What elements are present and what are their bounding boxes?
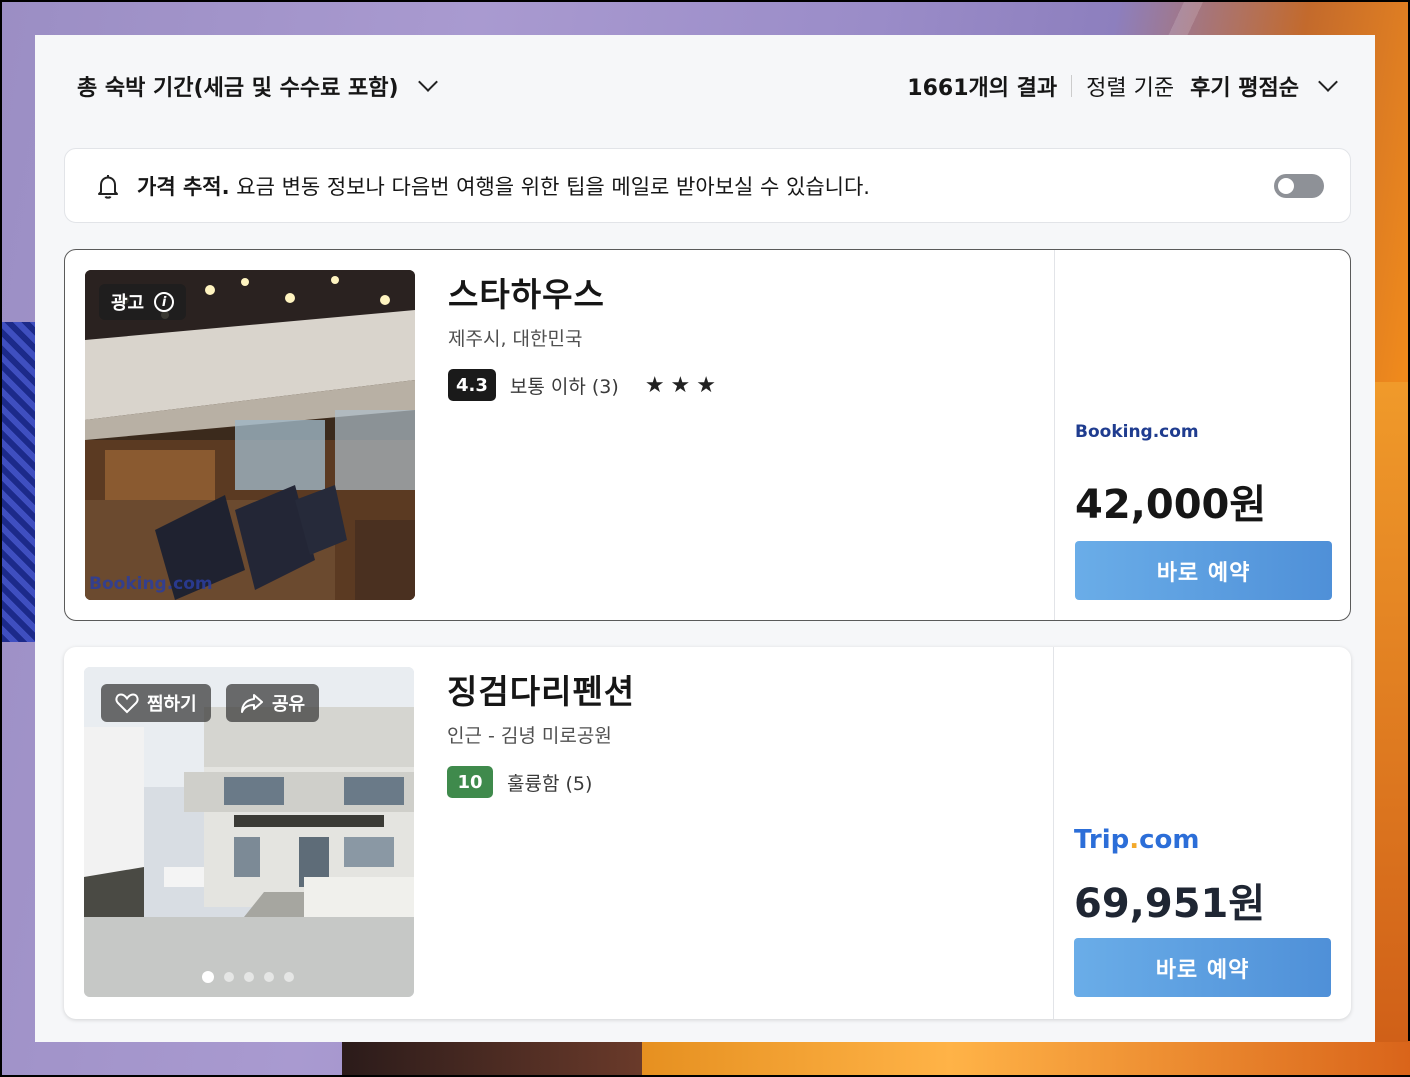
background-decoration [2, 322, 36, 642]
price-tracking-banner: 가격 추적. 요금 변동 정보나 다음번 여행을 위한 팁을 메일로 받아보실 … [64, 148, 1351, 223]
review-summary: 훌륭함 (5) [507, 772, 593, 795]
background-decoration [1374, 382, 1408, 1042]
provider-logo: Booking.com [1075, 422, 1199, 442]
rating-row: 4.3 보통 이하 (3) ★★★ [448, 369, 1038, 401]
price: 69,951원 [1074, 881, 1266, 927]
hotel-photo[interactable]: 찜하기 공유 [84, 667, 414, 997]
hotel-location: 인근 - 김녕 미로공원 [447, 725, 612, 747]
background-decoration [642, 1041, 1410, 1075]
carousel-dot[interactable] [224, 972, 234, 982]
review-score: 10 [447, 766, 493, 798]
info-icon: i [154, 292, 175, 312]
price-filter-dropdown[interactable]: 총 숙박 기간(세금 및 수수료 포함) [77, 70, 438, 102]
carousel-dot[interactable] [284, 972, 294, 982]
share-icon [241, 694, 263, 713]
carousel-dot[interactable] [264, 972, 274, 982]
review-summary: 보통 이하 (3) [509, 375, 619, 398]
bell-icon [98, 174, 118, 199]
share-label: 공유 [272, 694, 306, 715]
price-column: Booking.com 42,000원 바로 예약 [1054, 250, 1351, 620]
sort-dropdown[interactable]: 후기 평점순 [1190, 70, 1338, 102]
hotel-photo[interactable]: 광고 i Booking.com [85, 270, 415, 600]
price-tracking-description: 요금 변동 정보나 다음번 여행을 위한 팁을 메일로 받아보실 수 있습니다. [229, 174, 870, 199]
review-score: 4.3 [448, 369, 496, 401]
hotel-card[interactable]: 찜하기 공유 징검다리펜션 인근 - 김녕 미로공원 10 훌륭함 (5) Tr… [64, 647, 1351, 1019]
photo-carousel-dots[interactable] [202, 971, 304, 983]
price-tracking-title: 가격 추적. [137, 174, 230, 199]
share-button[interactable]: 공유 [226, 684, 320, 722]
results-toolbar: 총 숙박 기간(세금 및 수수료 포함) 1661개의 결과 정렬 기준 후기 … [35, 35, 1375, 137]
star-rating: ★★★ [644, 372, 722, 398]
price-tracking-toggle[interactable] [1274, 173, 1324, 198]
save-label: 찜하기 [147, 694, 197, 715]
hotel-name[interactable]: 징검다리펜션 [447, 665, 1037, 713]
booking-watermark: Booking.com [89, 574, 213, 594]
toggle-knob [1278, 177, 1294, 194]
hotel-name[interactable]: 스타하우스 [448, 268, 1038, 316]
carousel-dot[interactable] [202, 971, 214, 983]
price: 42,000원 [1075, 482, 1267, 528]
carousel-dot[interactable] [244, 972, 254, 982]
ad-badge[interactable]: 광고 i [99, 284, 187, 320]
results-count: 1661개의 결과 [907, 76, 1058, 101]
rating-row: 10 훌륭함 (5) [447, 766, 1037, 798]
provider-dot: . [1129, 825, 1140, 855]
provider-logo: Trip.com [1074, 825, 1200, 855]
hotel-details: 스타하우스 제주시, 대한민국 4.3 보통 이하 (3) ★★★ [448, 268, 1038, 401]
price-tracking-text: 가격 추적. 요금 변동 정보나 다음번 여행을 위한 팁을 메일로 받아보실 … [137, 171, 1274, 201]
chevron-down-icon [1318, 72, 1338, 92]
hotel-details: 징검다리펜션 인근 - 김녕 미로공원 10 훌륭함 (5) [447, 665, 1037, 798]
results-panel: 총 숙박 기간(세금 및 수수료 포함) 1661개의 결과 정렬 기준 후기 … [35, 35, 1375, 1042]
price-column: Trip.com 69,951원 바로 예약 [1053, 647, 1350, 1019]
price-filter-label: 총 숙박 기간(세금 및 수수료 포함) [77, 76, 399, 101]
book-now-button[interactable]: 바로 예약 [1074, 938, 1331, 997]
background-decoration [342, 1041, 642, 1075]
hotel-location: 제주시, 대한민국 [448, 328, 583, 350]
hotel-card[interactable]: 광고 i Booking.com 스타하우스 제주시, 대한민국 4.3 보통 … [64, 249, 1351, 621]
ad-label: 광고 [111, 293, 145, 314]
save-button[interactable]: 찜하기 [101, 684, 211, 722]
provider-tld: com [1139, 825, 1200, 855]
sort-value: 후기 평점순 [1190, 76, 1299, 101]
sort-label: 정렬 기준 [1086, 76, 1175, 101]
book-now-button[interactable]: 바로 예약 [1075, 541, 1332, 600]
divider [1071, 75, 1073, 97]
heart-icon [115, 693, 139, 714]
chevron-down-icon [417, 72, 438, 92]
provider-name: Trip [1074, 825, 1130, 855]
